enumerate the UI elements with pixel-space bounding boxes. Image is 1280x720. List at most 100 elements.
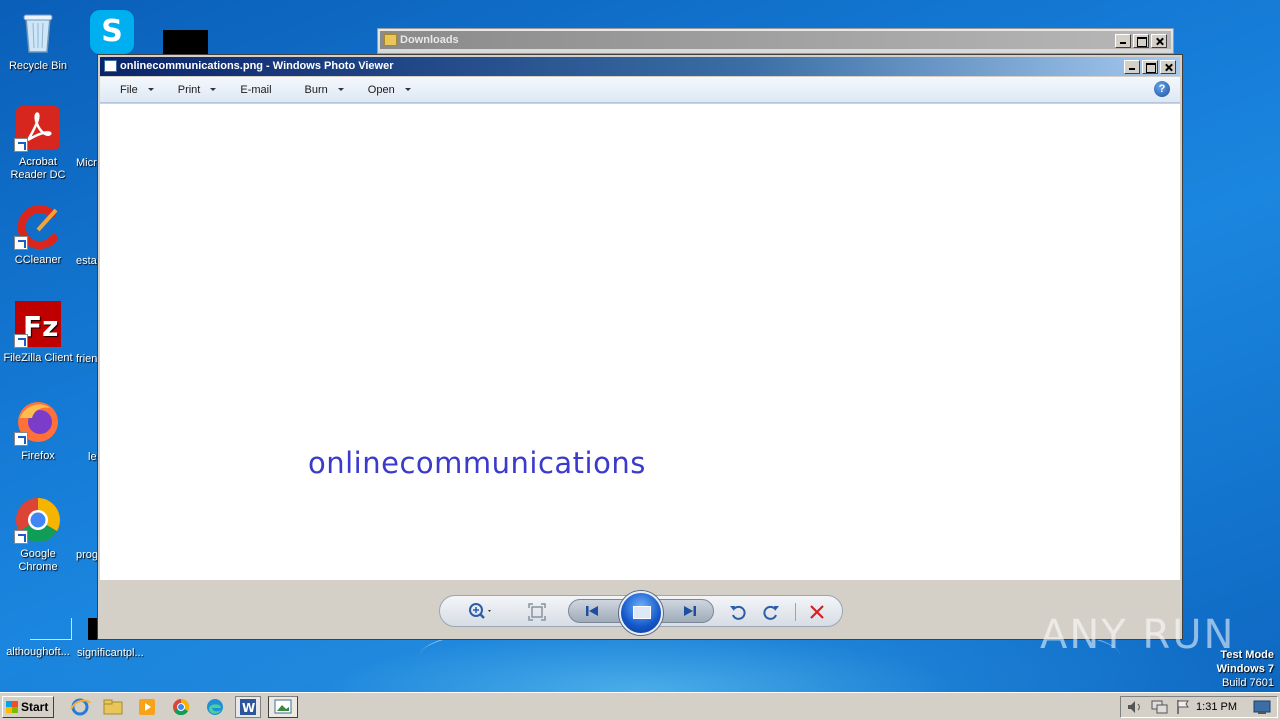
viewer-control-bar [439,591,843,635]
menu-burn[interactable]: Burn [305,84,344,96]
firefox-icon [14,398,62,446]
menu-label: E-mail [240,83,272,96]
shortcut-arrow-icon [14,432,28,446]
partial-label: significantpl... [77,647,144,659]
show-desktop-icon[interactable] [1251,698,1273,718]
chrome-taskbar-icon[interactable] [169,697,193,717]
edge-icon[interactable] [203,697,227,717]
test-mode-label: Test Mode [1220,649,1274,661]
photo-viewer-taskbar-icon[interactable] [268,696,298,718]
os-info: Test Mode Windows 7 Build 7601 [1217,648,1274,690]
rotate-counterclockwise-icon[interactable] [727,602,749,622]
system-tray: 1:31 PM [1120,696,1278,718]
menu-print[interactable]: Print [178,84,217,96]
blank-file-icon [14,594,72,642]
maximize-button[interactable] [1133,34,1149,48]
windows-version-label: Windows 7 [1216,663,1274,675]
desktop-icon-label: Firefox [21,450,55,462]
downloads-title: Downloads [400,34,459,46]
desktop-icon-acrobat-reader[interactable]: Acrobat Reader DC [0,104,76,182]
rotate-clockwise-icon[interactable] [760,602,782,622]
shortcut-arrow-icon [14,334,28,348]
acrobat-icon [14,104,62,152]
help-icon[interactable]: ? [1154,81,1170,97]
partial-label: le [88,451,97,463]
desktop-icon-ccleaner[interactable]: CCleaner [0,202,76,267]
desktop-icon-google-chrome[interactable]: Google Chrome [0,496,76,574]
menu-label: Print [177,83,201,96]
shortcut-arrow-icon [14,236,28,250]
displayed-image-text: onlinecommunications [308,446,646,480]
internet-explorer-icon[interactable] [68,697,92,717]
menu-email[interactable]: E-mail [240,84,271,96]
menu-label: File [120,83,138,96]
downloads-window[interactable]: Downloads [377,28,1174,54]
desktop-icon-firefox[interactable]: Firefox [0,398,76,463]
black-thumbnail[interactable] [163,30,208,54]
partial-label: prog [76,549,99,561]
desktop-icon-label: FileZilla Client [3,352,73,364]
desktop-icon-label: Recycle Bin [8,60,68,72]
maximize-button[interactable] [1142,60,1158,74]
viewer-menubar: File Print E-mail Burn Open ? [100,77,1180,103]
shortcut-arrow-icon [14,530,28,544]
viewer-title-bar[interactable]: onlinecommunications.png - Windows Photo… [100,57,1180,76]
menu-label: Open [367,83,395,96]
menu-label: Burn [304,83,328,96]
folder-icon [384,34,397,46]
chevron-down-icon [337,88,344,91]
desktop-icon-recycle-bin[interactable]: Recycle Bin [0,8,76,73]
desktop-icon-label: Google Chrome [18,548,58,573]
desktop-icon-filezilla[interactable]: Fz FileZilla Client [0,300,76,365]
menu-open[interactable]: Open [368,84,411,96]
skype-icon[interactable]: S [90,10,134,54]
clock[interactable]: 1:31 PM [1196,697,1237,717]
partial-label: esta [76,255,97,267]
minimize-button[interactable] [1115,34,1131,48]
word-icon[interactable]: W [235,696,261,718]
svg-text:W: W [242,701,255,715]
photo-viewer-window[interactable]: onlinecommunications.png - Windows Photo… [97,54,1183,640]
start-label: Start [21,700,49,714]
media-player-icon[interactable] [135,697,159,717]
slideshow-icon [633,606,651,619]
actual-size-icon[interactable] [526,602,548,622]
file-explorer-icon[interactable] [101,697,125,717]
chevron-down-icon [210,88,217,91]
anyrun-watermark: ANY RUN [1040,612,1236,658]
downloads-title-bar[interactable]: Downloads [380,31,1171,49]
viewer-controls-area [100,580,1180,637]
minimize-button[interactable] [1124,60,1140,74]
desktop-icon-label: Acrobat Reader DC [10,156,66,181]
close-button[interactable] [1160,60,1176,74]
partial-label: frien [76,353,98,365]
image-display-area: onlinecommunications [100,104,1180,580]
control-separator [795,603,796,621]
desktop-icon-althoughoft[interactable]: althoughoft... [0,594,76,659]
previous-icon[interactable] [581,601,603,621]
viewer-title: onlinecommunications.png - Windows Photo… [120,60,394,72]
volume-icon[interactable] [1125,698,1145,718]
ccleaner-icon [14,202,62,250]
shortcut-arrow-icon [14,138,28,152]
slideshow-button[interactable] [619,591,663,635]
network-icon[interactable] [1149,698,1169,718]
build-label: Build 7601 [1222,677,1274,689]
close-button[interactable] [1151,34,1167,48]
desktop-icon-label: CCleaner [14,254,62,266]
desktop-icon-label: althoughoft... [6,646,70,658]
zoom-icon[interactable] [468,602,491,622]
chevron-down-icon [147,88,154,91]
recycle-bin-icon [14,8,62,56]
chevron-down-icon [404,88,411,91]
delete-icon[interactable] [806,602,828,622]
partial-label: Micr [76,157,97,169]
menu-file[interactable]: File [120,84,154,96]
chrome-icon [14,496,62,544]
svg-text:Fz: Fz [23,310,58,343]
windows-logo-icon [6,701,18,713]
start-button[interactable]: Start [2,696,54,718]
next-icon[interactable] [679,601,701,621]
action-center-flag-icon[interactable] [1173,698,1193,718]
filezilla-icon: Fz [14,300,62,348]
